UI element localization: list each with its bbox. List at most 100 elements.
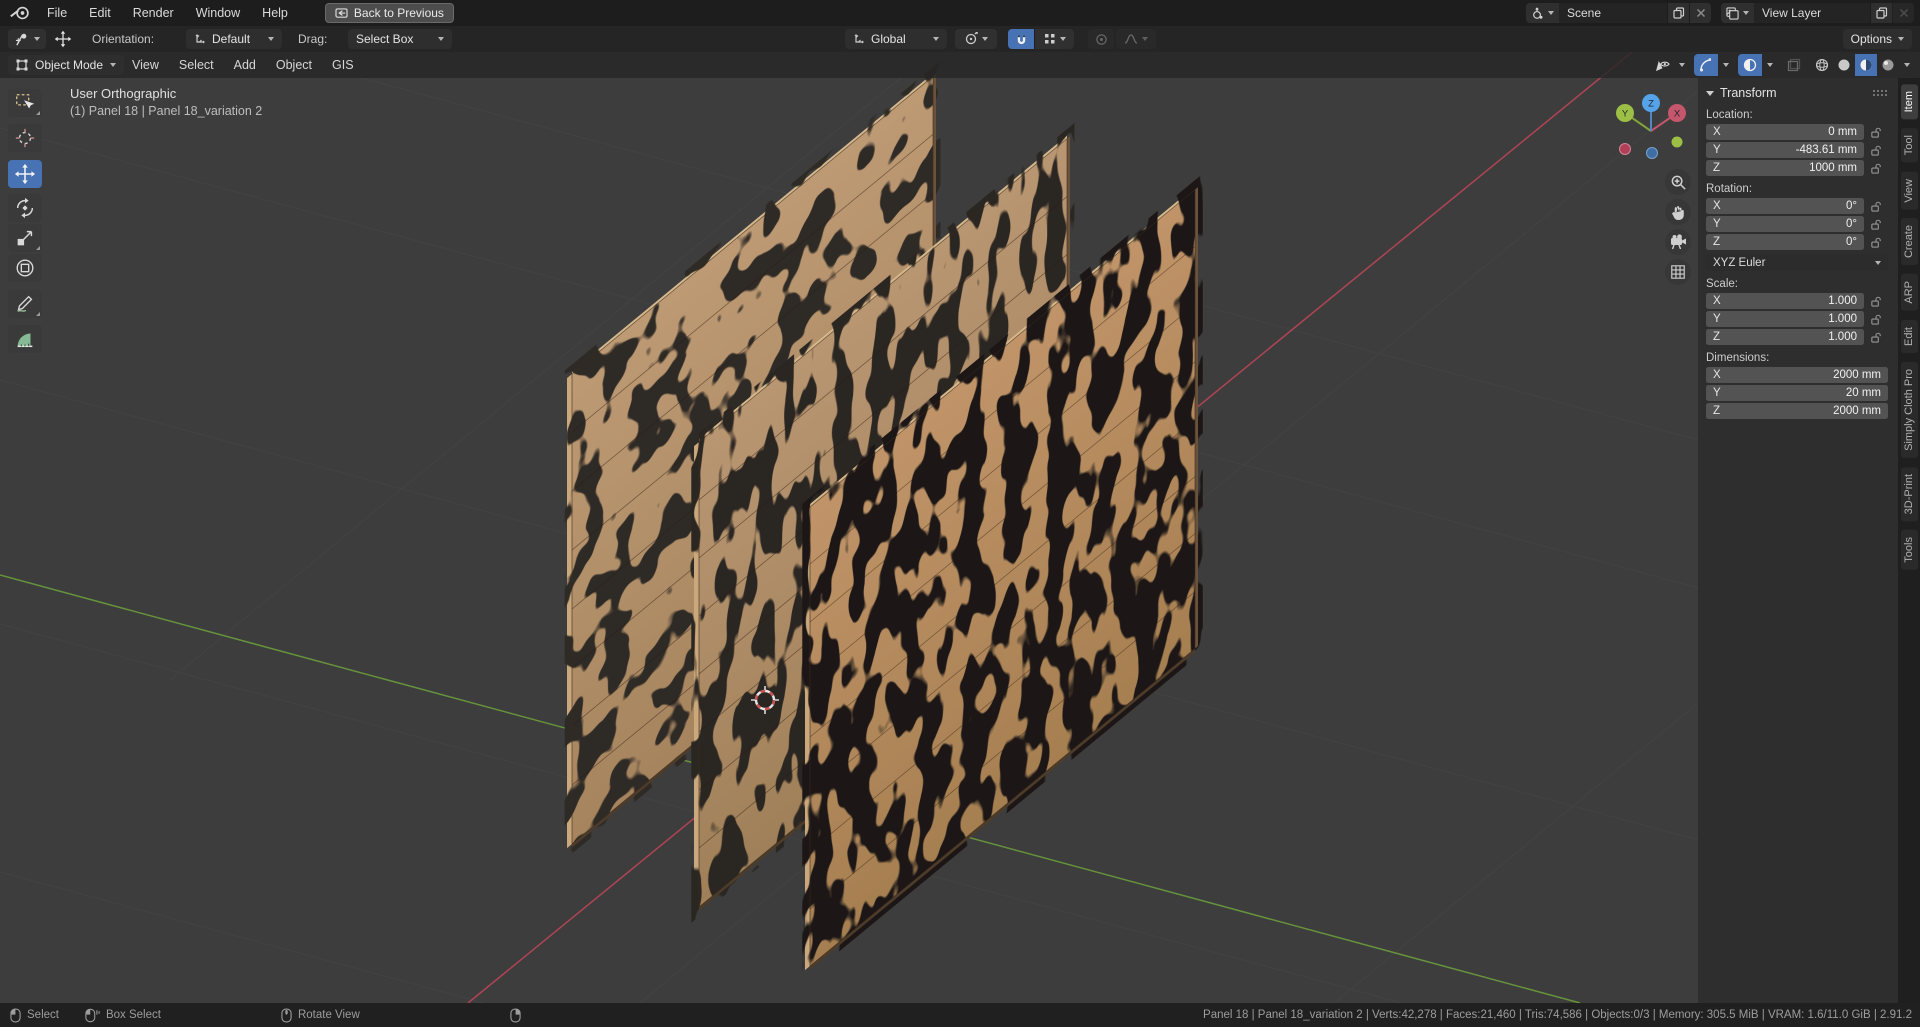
snap-settings-dropdown[interactable] [1034, 29, 1074, 49]
show-gizmos-toggle[interactable] [1694, 54, 1718, 76]
close-icon [1696, 8, 1705, 18]
mode-dropdown[interactable]: Object Mode [8, 55, 125, 75]
transform-orientation-dropdown[interactable]: Global [845, 29, 947, 49]
dimensions-x-field[interactable]: X 2000 mm [1706, 367, 1888, 383]
menu-add[interactable]: Add [224, 52, 266, 78]
xray-toggle[interactable] [1782, 54, 1806, 76]
rotation-x-field[interactable]: X 0° [1706, 198, 1864, 214]
menu-edit[interactable]: Edit [78, 0, 122, 26]
scale-y-lock[interactable] [1864, 313, 1888, 326]
toolbar-measure-button[interactable] [8, 325, 42, 353]
toggle-projection-button[interactable] [1665, 259, 1691, 285]
shading-solid-button[interactable] [1833, 54, 1855, 76]
toolbar-move-button[interactable] [8, 160, 42, 188]
subtool-indicator [36, 312, 40, 316]
location-x-field[interactable]: X0 mm [1706, 124, 1864, 140]
sidebar-tab-arp[interactable]: ARP [1900, 274, 1918, 311]
sidebar-tab-item[interactable]: Item [1900, 84, 1918, 120]
solid-sphere-icon [1838, 59, 1850, 71]
rotation-y-lock[interactable] [1864, 218, 1888, 231]
show-object-types-button[interactable] [1650, 54, 1674, 76]
menu-select[interactable]: Select [169, 52, 224, 78]
location-y-lock[interactable] [1864, 144, 1888, 157]
toolbar-transform-button[interactable] [8, 254, 42, 282]
viewport-scene [0, 52, 1920, 1003]
sidebar-tab-simply-cloth-pro[interactable]: Simply Cloth Pro [1900, 361, 1918, 458]
orientation-dropdown[interactable]: Default [186, 29, 282, 49]
scene-browse-button[interactable] [1526, 3, 1559, 23]
chevron-down-icon [1548, 11, 1554, 15]
sidebar-tab-view[interactable]: View [1900, 171, 1918, 210]
location-z-lock[interactable] [1864, 162, 1888, 175]
3d-viewport[interactable]: User Orthographic (1) Panel 18 | Panel 1… [0, 52, 1920, 1003]
location-z-field[interactable]: Z 1000 mm [1706, 160, 1864, 176]
snap-toggle-button[interactable] [1008, 29, 1034, 49]
scale-y-field[interactable]: Y 1.000 [1706, 311, 1864, 327]
visibility-dropdown[interactable] [1674, 54, 1689, 76]
gizmo-y-neg[interactable] [1671, 136, 1683, 148]
toolbar-scale-button[interactable] [8, 224, 42, 252]
toolbar-rotate-button[interactable] [8, 194, 42, 222]
shading-material-button[interactable] [1855, 54, 1877, 76]
menu-view[interactable]: View [122, 52, 169, 78]
camera-view-button[interactable] [1665, 229, 1691, 255]
delete-scene-button[interactable] [1689, 3, 1711, 23]
gizmo-z-neg[interactable] [1646, 147, 1658, 159]
new-scene-button[interactable] [1667, 3, 1689, 23]
sidebar-tab-tool[interactable]: Tool [1900, 128, 1918, 163]
scale-x-lock[interactable] [1864, 295, 1888, 308]
scale-z-lock[interactable] [1864, 331, 1888, 344]
sidebar-tab-3d-print[interactable]: 3D-Print [1900, 466, 1918, 522]
panel-drag-dots-icon[interactable] [1872, 89, 1888, 98]
menu-gis[interactable]: GIS [322, 52, 364, 78]
gizmos-dropdown[interactable] [1718, 54, 1733, 76]
dimensions-z-field[interactable]: Z 2000 mm [1706, 403, 1888, 419]
sidebar-tab-tools[interactable]: Tools [1900, 530, 1918, 570]
scene-name-field[interactable]: Scene [1559, 3, 1667, 23]
new-view-layer-button[interactable] [1870, 3, 1892, 23]
menu-file[interactable]: File [36, 0, 78, 26]
rotation-z-field[interactable]: Z 0° [1706, 234, 1864, 250]
active-tool-dropdown[interactable] [8, 29, 46, 49]
proportional-editing-toggle[interactable] [1088, 29, 1114, 49]
rotation-x-lock[interactable] [1864, 200, 1888, 213]
scale-x-field[interactable]: X 1.000 [1706, 293, 1864, 309]
menu-render[interactable]: Render [122, 0, 185, 26]
pan-view-button[interactable] [1665, 199, 1691, 225]
location-y-field[interactable]: Y -483.61 mm [1706, 142, 1864, 158]
pivot-point-dropdown[interactable] [955, 29, 997, 49]
scale-z-field[interactable]: Z 1.000 [1706, 329, 1864, 345]
shading-rendered-button[interactable] [1877, 54, 1899, 76]
show-overlays-toggle[interactable] [1738, 54, 1762, 76]
menu-object[interactable]: Object [266, 52, 322, 78]
sidebar-tab-create[interactable]: Create [1900, 218, 1918, 266]
view-layer-browse-button[interactable] [1721, 3, 1754, 23]
dimensions-y-field[interactable]: Y 20 mm [1706, 385, 1888, 401]
zoom-view-button[interactable] [1665, 169, 1691, 195]
rotation-y-field[interactable]: Y 0° [1706, 216, 1864, 232]
remove-view-layer-button[interactable] [1892, 3, 1914, 23]
rotation-mode-dropdown[interactable]: XYZ Euler [1706, 254, 1888, 271]
menu-window[interactable]: Window [185, 0, 251, 26]
options-dropdown[interactable]: Options [1842, 29, 1912, 49]
navigation-gizmo[interactable]: X Y Z [1608, 82, 1694, 168]
shading-wireframe-button[interactable] [1811, 54, 1833, 76]
drag-dropdown[interactable]: Select Box [348, 29, 452, 49]
rotation-z-lock[interactable] [1864, 236, 1888, 249]
gizmo-x-neg[interactable] [1619, 143, 1631, 155]
proportional-falloff-dropdown[interactable] [1116, 29, 1156, 49]
overlays-dropdown[interactable] [1762, 54, 1777, 76]
back-to-previous-button[interactable]: Back to Previous [324, 3, 454, 23]
toolbar-cursor-button[interactable] [8, 124, 42, 152]
view-layer-name-field[interactable]: View Layer [1754, 3, 1870, 23]
menu-help[interactable]: Help [251, 0, 299, 26]
transform-panel-header[interactable]: Transform [1706, 84, 1888, 102]
overlays-group [1738, 54, 1777, 76]
shading-dropdown[interactable] [1899, 54, 1914, 76]
location-x-lock[interactable] [1864, 126, 1888, 139]
blender-logo-icon[interactable] [10, 6, 30, 20]
toolbar-tweak-select-button[interactable] [8, 89, 42, 117]
sidebar-tab-edit[interactable]: Edit [1900, 319, 1918, 353]
toolbar-annotate-button[interactable] [8, 290, 42, 318]
chevron-down-icon [1766, 63, 1773, 67]
